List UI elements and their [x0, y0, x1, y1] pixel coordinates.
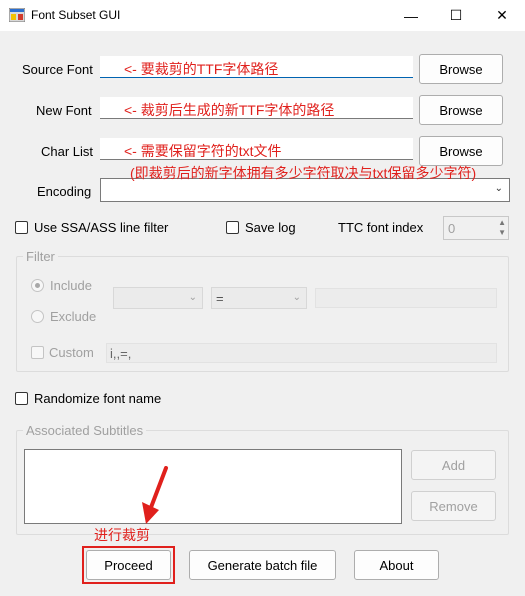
title-bar: Font Subset GUI — ☐ ✕: [0, 0, 525, 31]
close-button[interactable]: ✕: [479, 0, 525, 31]
char-list-label: Char List: [41, 144, 94, 159]
remove-subtitle-button[interactable]: Remove: [411, 491, 496, 521]
chevron-down-icon: ⌄: [188, 292, 197, 303]
chevron-down-icon: ⌄: [292, 292, 301, 303]
ttc-index-label: TTC font index: [338, 220, 424, 235]
filter-field-select[interactable]: ⌄: [113, 287, 203, 309]
exclude-radio[interactable]: [31, 310, 44, 323]
window-title: Font Subset GUI: [31, 8, 121, 22]
close-icon: ✕: [496, 7, 508, 23]
subtitles-group-title: Associated Subtitles: [23, 423, 147, 438]
ttc-index-value: 0: [448, 221, 456, 236]
include-label: Include: [50, 278, 92, 293]
chevron-down-icon: ⌄: [494, 183, 503, 194]
randomize-checkbox[interactable]: [15, 392, 28, 405]
add-subtitle-button[interactable]: Add: [411, 450, 496, 480]
filter-operator-select[interactable]: = ⌄: [211, 287, 307, 309]
custom-filter-value: i,,=,: [110, 346, 132, 361]
save-log-checkbox[interactable]: [226, 221, 239, 234]
source-font-annotation: <- 要裁剪的TTF字体路径: [124, 61, 279, 77]
maximize-button[interactable]: ☐: [433, 0, 479, 31]
generate-batch-button[interactable]: Generate batch file: [189, 550, 336, 580]
encoding-label: Encoding: [37, 184, 92, 199]
stepper-down-icon[interactable]: ▼: [498, 228, 506, 237]
char-list-annotation: <- 需要保留字符的txt文件: [124, 143, 282, 159]
filter-value-input[interactable]: [315, 288, 497, 308]
maximize-icon: ☐: [449, 7, 463, 23]
subtitles-list[interactable]: [24, 449, 402, 524]
app-icon: [9, 8, 25, 22]
ssa-filter-checkbox[interactable]: [15, 221, 28, 234]
char-list-browse-button[interactable]: Browse: [419, 136, 503, 166]
filter-operator-value: =: [216, 291, 224, 306]
proceed-annotation: 进行裁剪: [94, 527, 150, 543]
custom-label: Custom: [49, 345, 94, 360]
source-font-browse-button[interactable]: Browse: [419, 54, 503, 84]
custom-checkbox[interactable]: [31, 346, 44, 359]
about-button[interactable]: About: [354, 550, 439, 580]
new-font-browse-button[interactable]: Browse: [419, 95, 503, 125]
char-list-annotation-detail: (即裁剪后的新字体拥有多少字符取决与txt保留多少字符): [130, 165, 477, 181]
randomize-label: Randomize font name: [34, 391, 162, 406]
include-radio[interactable]: [31, 279, 44, 292]
new-font-annotation: <- 裁剪后生成的新TTF字体的路径: [124, 102, 335, 118]
minimize-button[interactable]: —: [388, 0, 434, 31]
custom-filter-input[interactable]: i,,=,: [106, 343, 497, 363]
new-font-label: New Font: [36, 103, 92, 118]
exclude-label: Exclude: [50, 309, 97, 324]
ssa-filter-label: Use SSA/ASS line filter: [34, 220, 169, 235]
save-log-label: Save log: [245, 220, 296, 235]
ttc-index-stepper[interactable]: 0 ▲ ▼: [443, 216, 509, 240]
source-font-label: Source Font: [22, 62, 93, 77]
stepper-up-icon[interactable]: ▲: [498, 218, 506, 227]
filter-group-title: Filter: [23, 249, 58, 264]
proceed-button[interactable]: Proceed: [86, 550, 171, 580]
arrow-annotation-icon: [142, 466, 168, 524]
minimize-icon: —: [404, 7, 418, 24]
